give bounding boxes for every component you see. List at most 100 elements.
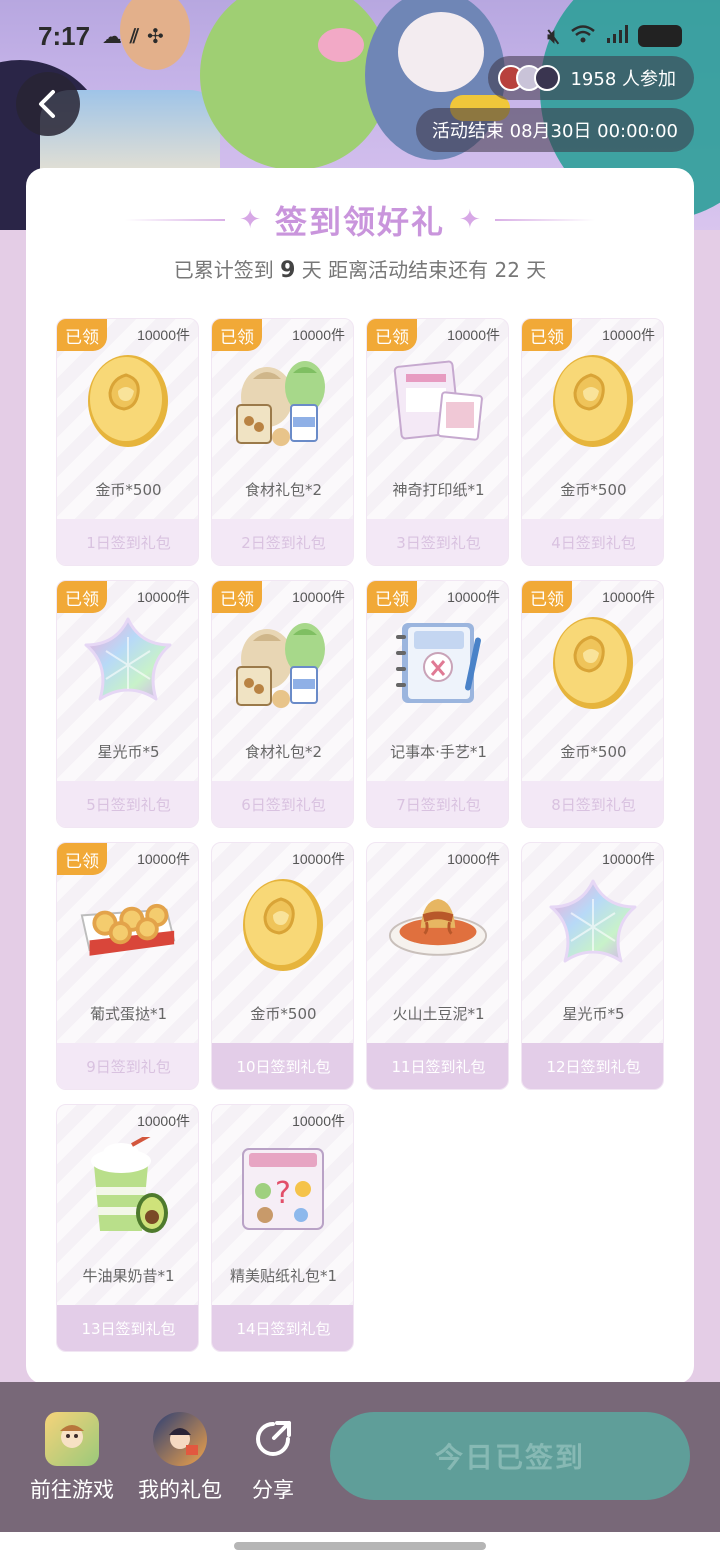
reward-stock: 10000件 — [292, 851, 345, 867]
reward-stock: 10000件 — [292, 1113, 345, 1129]
claimed-badge: 已领 — [212, 581, 262, 613]
share-button[interactable]: 分享 — [246, 1412, 300, 1504]
back-button[interactable] — [16, 72, 80, 136]
share-icon — [246, 1412, 300, 1466]
reward-day-label: 7日签到礼包 — [367, 781, 508, 827]
reward-day-label: 5日签到礼包 — [57, 781, 198, 827]
claimed-badge: 已领 — [522, 319, 572, 351]
go-to-game-button[interactable]: 前往游戏 — [30, 1412, 114, 1504]
reward-tile[interactable]: 10000件? 精美贴纸礼包*1 14日签到礼包 — [211, 1104, 354, 1352]
title-divider-right — [494, 219, 595, 221]
sticker-pack-icon: ? — [233, 1137, 333, 1237]
reward-day-label: 11日签到礼包 — [367, 1043, 508, 1089]
gold-coin-icon — [543, 613, 643, 713]
reward-day-label: 4日签到礼包 — [522, 519, 663, 565]
notebook-icon — [388, 613, 488, 713]
my-gifts-label: 我的礼包 — [138, 1478, 222, 1502]
avocado-shake-icon — [78, 1137, 178, 1237]
title-divider-left — [125, 219, 226, 221]
subtitle-prefix: 已累计签到 — [173, 258, 274, 282]
reward-stock: 10000件 — [292, 327, 345, 343]
my-gifts-button[interactable]: 我的礼包 — [138, 1412, 222, 1504]
claimed-badge: 已领 — [212, 319, 262, 351]
reward-day-label: 9日签到礼包 — [57, 1043, 198, 1089]
starlight-coin-icon — [543, 875, 643, 975]
reward-stock: 10000件 — [447, 327, 500, 343]
claimed-badge: 已领 — [57, 581, 107, 613]
reward-name: 精美贴纸礼包*1 — [229, 1267, 338, 1285]
starlight-coin-icon — [78, 613, 178, 713]
reward-tile[interactable]: 已领 10000件 食材礼包*2 2日签到礼包 — [211, 318, 354, 566]
share-label: 分享 — [252, 1478, 294, 1502]
reward-tile[interactable]: 10000件 金币*500 10日签到礼包 — [211, 842, 354, 1090]
status-system-icons: 🔇︎ — [547, 24, 682, 49]
reward-stock: 10000件 — [292, 589, 345, 605]
reward-name: 食材礼包*2 — [244, 743, 323, 761]
mashed-potato-icon — [388, 875, 488, 975]
reward-tile[interactable]: 已领 10000件金币*500 4日签到礼包 — [521, 318, 664, 566]
reward-name: 神奇打印纸*1 — [392, 481, 485, 499]
reward-grid: 已领 10000件 金币*500 1日签到礼包 已领 10000件 食材礼包*2 2日签到礼包… — [56, 318, 664, 1352]
gift-avatar-icon — [153, 1412, 207, 1466]
reward-tile[interactable]: 已领 10000件星光币*5 5日签到礼包 — [56, 580, 199, 828]
reward-day-label: 12日签到礼包 — [522, 1043, 663, 1089]
reward-tile[interactable]: 已领 10000件 神奇打印纸*1 3日签到礼包 — [366, 318, 509, 566]
reward-stock: 10000件 — [602, 589, 655, 605]
reward-day-label: 14日签到礼包 — [212, 1305, 353, 1351]
reward-tile[interactable]: 已领 10000件记事本·手艺*1 7日签到礼包 — [366, 580, 509, 828]
participants-count: 1958 人参加 — [570, 69, 676, 90]
home-indicator[interactable] — [234, 1542, 486, 1550]
svg-text:?: ? — [275, 1176, 291, 1211]
print-paper-icon — [388, 351, 488, 451]
reward-day-label: 6日签到礼包 — [212, 781, 353, 827]
cloud-icon: ☁ — [102, 24, 123, 48]
reward-name: 金币*500 — [560, 481, 627, 499]
sparkle-icon: ✦ — [239, 205, 261, 235]
chevron-left-icon — [39, 90, 55, 118]
reward-day-label: 3日签到礼包 — [367, 519, 508, 565]
reward-name: 记事本·手艺*1 — [390, 743, 487, 761]
gold-coin-icon — [78, 351, 178, 451]
participants-badge: 1958 人参加 — [488, 56, 694, 100]
reward-name: 星光币*5 — [97, 743, 160, 761]
reward-name: 金币*500 — [95, 481, 162, 499]
reward-stock: 10000件 — [137, 589, 190, 605]
reward-tile[interactable]: 已领 10000件食材礼包*2 6日签到礼包 — [211, 580, 354, 828]
wifi-icon — [570, 24, 596, 49]
reward-tile[interactable]: 10000件 星光币*5 12日签到礼包 — [521, 842, 664, 1090]
card-title-row: ✦ 签到领好礼 ✦ — [26, 196, 694, 244]
reward-stock: 10000件 — [602, 327, 655, 343]
reward-day-label: 1日签到礼包 — [57, 519, 198, 565]
signed-days-count: 9 — [280, 258, 296, 283]
reward-tile[interactable]: 已领 10000件 葡式蛋挞*1 9日签到礼包 — [56, 842, 199, 1090]
reward-name: 葡式蛋挞*1 — [89, 1005, 168, 1023]
game-app-icon — [45, 1412, 99, 1466]
reward-name: 牛油果奶昔*1 — [82, 1267, 175, 1285]
reward-stock: 10000件 — [447, 589, 500, 605]
reward-name: 金币*500 — [250, 1005, 317, 1023]
reward-tile[interactable]: 已领 10000件 金币*500 8日签到礼包 — [521, 580, 664, 828]
cellular-signal-icon — [606, 24, 628, 49]
claimed-badge: 已领 — [57, 843, 107, 875]
reward-day-label: 8日签到礼包 — [522, 781, 663, 827]
reward-name: 火山土豆泥*1 — [392, 1005, 485, 1023]
reward-tile[interactable]: 已领 10000件 金币*500 1日签到礼包 — [56, 318, 199, 566]
gold-coin-icon — [543, 351, 643, 451]
battery-icon — [638, 25, 682, 47]
signal-off-icon: ⫽ — [130, 24, 139, 48]
card-title: 签到领好礼 — [274, 203, 445, 241]
reward-tile[interactable]: 10000件 火山土豆泥*1 11日签到礼包 — [366, 842, 509, 1090]
reward-name: 星光币*5 — [562, 1005, 625, 1023]
signed-today-button[interactable]: 今日已签到 — [330, 1412, 690, 1500]
claimed-badge: 已领 — [522, 581, 572, 613]
reward-day-label: 2日签到礼包 — [212, 519, 353, 565]
avatar — [534, 65, 561, 91]
event-end-time: 活动结束 08月30日 00:00:00 — [415, 108, 694, 152]
pinwheel-icon: ✣ — [146, 24, 164, 48]
reward-tile[interactable]: 10000件 牛油果奶昔*1 13日签到礼包 — [56, 1104, 199, 1352]
status-time: 7:17 — [38, 20, 91, 51]
egg-tart-icon — [78, 875, 178, 975]
checkin-card: ✦ 签到领好礼 ✦ 已累计签到 9 天 距离活动结束还有 22 天 已领 1000… — [26, 168, 694, 1384]
participant-avatars — [498, 65, 561, 91]
claimed-badge: 已领 — [367, 581, 417, 613]
